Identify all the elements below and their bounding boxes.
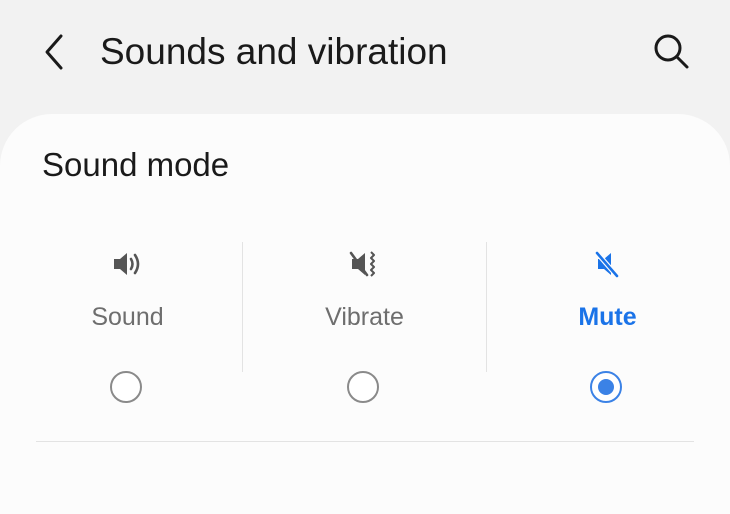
vibrate-radio[interactable] bbox=[346, 371, 379, 403]
mute-option[interactable]: Mute bbox=[486, 240, 729, 410]
mute-icon bbox=[486, 246, 729, 282]
sound-radio[interactable] bbox=[109, 371, 142, 403]
vibrate-icon bbox=[243, 246, 486, 282]
mute-radio[interactable] bbox=[589, 371, 622, 403]
back-button[interactable] bbox=[30, 28, 78, 76]
speaker-icon bbox=[6, 246, 249, 282]
search-button[interactable] bbox=[648, 28, 696, 76]
search-icon bbox=[654, 34, 689, 69]
mute-option-label: Mute bbox=[578, 303, 637, 331]
chevron-left-icon bbox=[45, 34, 63, 70]
vibrate-option-label: Vibrate bbox=[325, 303, 404, 331]
page-title: Sounds and vibration bbox=[100, 31, 448, 72]
section-divider bbox=[36, 441, 694, 442]
sound-mode-options: Sound Vibrate Mute bbox=[6, 240, 730, 410]
app-header: Sounds and vibration bbox=[0, 0, 730, 110]
sound-option[interactable]: Sound bbox=[6, 240, 249, 410]
sound-mode-title: Sound mode bbox=[42, 146, 230, 183]
sound-option-label: Sound bbox=[91, 303, 164, 331]
vibrate-option[interactable]: Vibrate bbox=[243, 240, 486, 410]
